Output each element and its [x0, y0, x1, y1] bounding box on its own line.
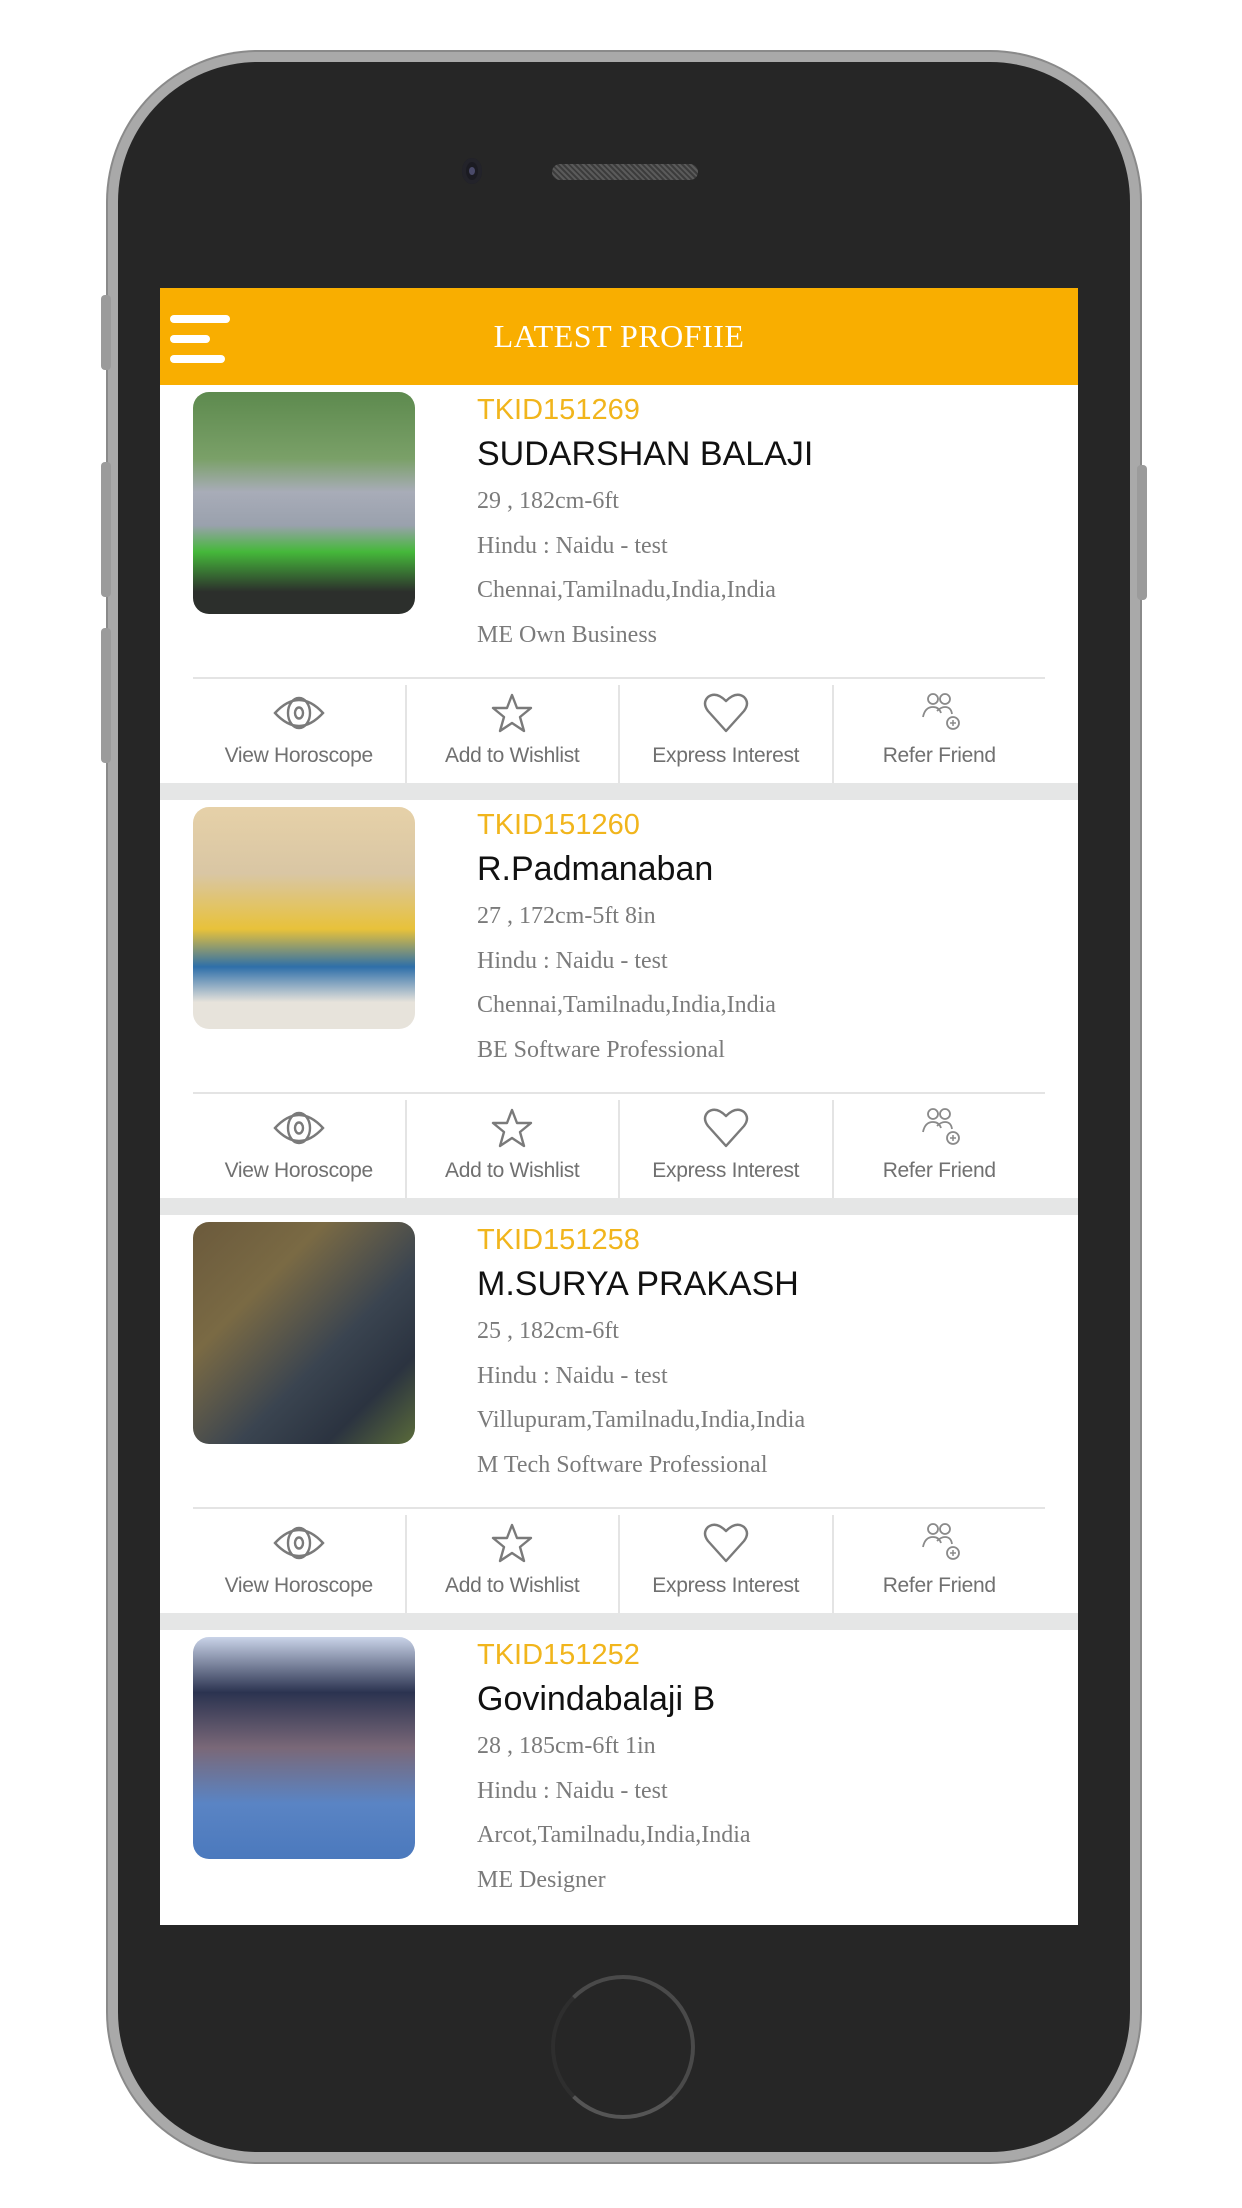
profile-education-occupation: BE Software Professional [477, 1036, 725, 1063]
profile-education-occupation: M Tech Software Professional [477, 1451, 768, 1478]
profile-location: Villupuram,Tamilnadu,India,India [477, 1407, 806, 1433]
profile-actions: View Horoscope Add to Wishlist Express Int… [193, 1100, 1045, 1198]
star-icon [484, 1521, 540, 1570]
add-to-wishlist-button[interactable]: Add to Wishlist [404, 1100, 619, 1198]
profile-religion: Hindu : Naidu - test [477, 1777, 668, 1804]
add-to-wishlist-button[interactable]: Add to Wishlist [404, 1515, 619, 1613]
app-header: LATEST PROFIIE [160, 288, 1078, 385]
express-interest-button[interactable]: Express Interest [618, 1515, 832, 1613]
refer-friend-icon [911, 691, 967, 740]
refer-friend-button[interactable]: Refer Friend [831, 685, 1046, 783]
profile-religion: Hindu : Naidu - test [477, 1362, 668, 1389]
volume-down-button [101, 628, 111, 763]
refer-friend-button[interactable]: Refer Friend [831, 1100, 1046, 1198]
action-label: Add to Wishlist [445, 744, 580, 767]
profile-info: TKID151258 M.SURYA PRAKASH 25 , 182cm-6f… [477, 1221, 805, 1487]
profile-education-occupation: ME Own Business [477, 621, 658, 648]
card-separator [160, 1198, 1078, 1215]
action-label: Express Interest [652, 1159, 800, 1182]
card-divider [193, 1092, 1045, 1094]
profile-religion: Hindu : Naidu - test [477, 947, 668, 974]
action-label: Add to Wishlist [445, 1574, 580, 1597]
star-icon [484, 691, 540, 740]
refer-friend-button[interactable]: Refer Friend [831, 1515, 1046, 1613]
profile-id: TKID151269 [477, 394, 640, 426]
earpiece-speaker [552, 164, 698, 180]
profile-list: TKID151269 SUDARSHAN BALAJI 29 , 182cm-6… [160, 385, 1078, 1925]
page-title: LATEST PROFIIE [493, 318, 745, 354]
action-label: View Horoscope [224, 1159, 374, 1182]
view-horoscope-button[interactable]: View Horoscope [193, 685, 405, 783]
profile-card[interactable]: TKID151252 Govindabalaji B 28 , 185cm-6f… [160, 1630, 1078, 1925]
profile-religion: Hindu : Naidu - test [477, 532, 668, 559]
profile-actions: View Horoscope Add to Wishlist Express Int… [193, 1515, 1045, 1613]
card-separator [160, 1613, 1078, 1630]
profile-location: Arcot,Tamilnadu,India,India [477, 1822, 751, 1848]
man-with-green-motorbike-photo[interactable] [193, 392, 415, 614]
action-label: Express Interest [652, 1574, 800, 1597]
profile-education-occupation: ME Designer [477, 1866, 606, 1893]
mute-switch [101, 295, 111, 370]
profile-card[interactable]: TKID151260 R.Padmanaban 27 , 172cm-5ft 8… [160, 800, 1078, 1198]
home-button[interactable] [551, 1975, 695, 2119]
action-label: Add to Wishlist [445, 1159, 580, 1182]
eye-icon [271, 1521, 327, 1570]
profile-name[interactable]: Govindabalaji B [477, 1674, 751, 1724]
view-horoscope-button[interactable]: View Horoscope [193, 1515, 405, 1613]
action-label: View Horoscope [224, 744, 374, 767]
profile-age-height: 29 , 182cm-6ft [477, 488, 619, 514]
hamburger-menu-icon[interactable] [170, 315, 230, 363]
profile-location: Chennai,Tamilnadu,India,India [477, 992, 776, 1018]
card-separator [160, 783, 1078, 800]
add-to-wishlist-button[interactable]: Add to Wishlist [404, 685, 619, 783]
action-label: View Horoscope [224, 1574, 374, 1597]
eye-icon [271, 691, 327, 740]
profile-id: TKID151258 [477, 1224, 640, 1256]
action-label: Refer Friend [882, 744, 996, 767]
man-in-striped-shirt-photo[interactable] [193, 807, 415, 1029]
profile-name[interactable]: M.SURYA PRAKASH [477, 1259, 805, 1309]
power-button [1137, 465, 1147, 600]
action-label: Express Interest [652, 744, 800, 767]
express-interest-button[interactable]: Express Interest [618, 685, 832, 783]
app-screen: LATEST PROFIIE TKID151269 SUDARSHAN BALA… [160, 288, 1078, 1925]
profile-name[interactable]: SUDARSHAN BALAJI [477, 429, 813, 479]
heart-icon [698, 691, 754, 740]
profile-info: TKID151260 R.Padmanaban 27 , 172cm-5ft 8… [477, 806, 776, 1072]
card-divider [193, 1507, 1045, 1509]
action-label: Refer Friend [882, 1159, 996, 1182]
refer-friend-icon [911, 1106, 967, 1155]
profile-info: TKID151252 Govindabalaji B 28 , 185cm-6f… [477, 1636, 751, 1902]
profile-age-height: 28 , 185cm-6ft 1in [477, 1733, 656, 1759]
profile-location: Chennai,Tamilnadu,India,India [477, 577, 776, 603]
action-label: Refer Friend [882, 1574, 996, 1597]
profile-card[interactable]: TKID151269 SUDARSHAN BALAJI 29 , 182cm-6… [160, 385, 1078, 783]
heart-icon [698, 1521, 754, 1570]
profile-age-height: 27 , 172cm-5ft 8in [477, 903, 656, 929]
front-camera [462, 158, 482, 184]
profile-info: TKID151269 SUDARSHAN BALAJI 29 , 182cm-6… [477, 391, 813, 657]
profile-card[interactable]: TKID151258 M.SURYA PRAKASH 25 , 182cm-6f… [160, 1215, 1078, 1613]
profile-id: TKID151252 [477, 1639, 640, 1671]
profile-actions: View Horoscope Add to Wishlist Express Int… [193, 685, 1045, 783]
volume-up-button [101, 462, 111, 597]
man-in-blue-shirt-photo[interactable] [193, 1637, 415, 1859]
star-icon [484, 1106, 540, 1155]
heart-icon [698, 1106, 754, 1155]
profile-id: TKID151260 [477, 809, 640, 841]
profile-name[interactable]: R.Padmanaban [477, 844, 776, 894]
card-divider [193, 677, 1045, 679]
view-horoscope-button[interactable]: View Horoscope [193, 1100, 405, 1198]
refer-friend-icon [911, 1521, 967, 1570]
eye-icon [271, 1106, 327, 1155]
profile-age-height: 25 , 182cm-6ft [477, 1318, 619, 1344]
express-interest-button[interactable]: Express Interest [618, 1100, 832, 1198]
man-with-glasses-outdoor-photo[interactable] [193, 1222, 415, 1444]
